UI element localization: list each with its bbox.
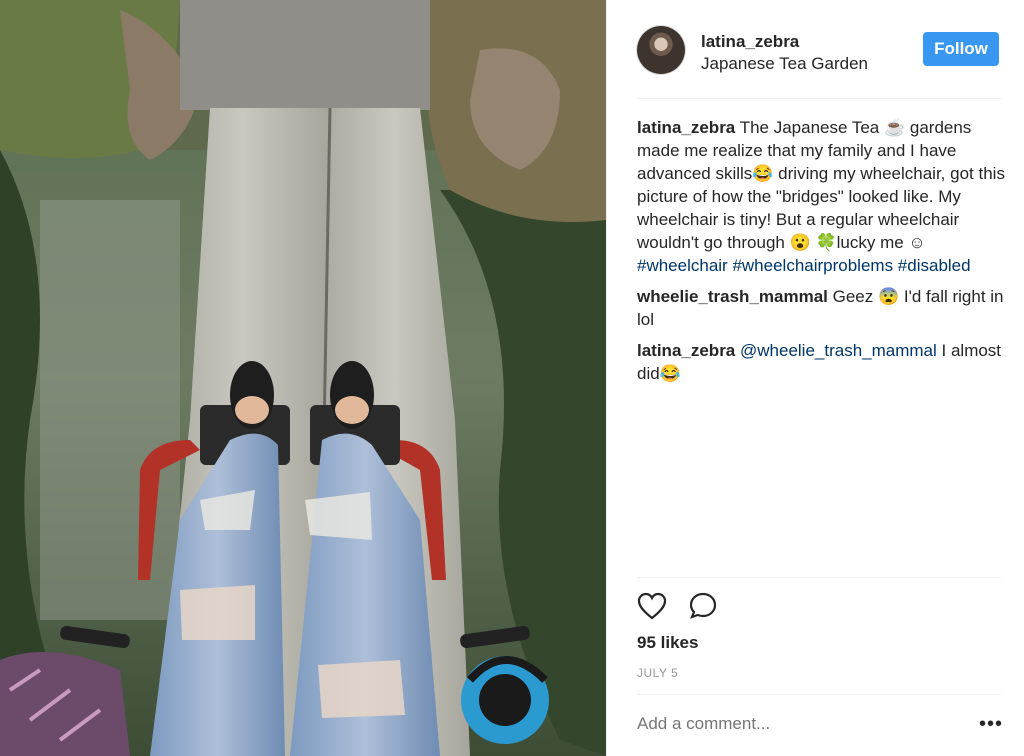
- actions-divider: [637, 577, 1001, 578]
- post-date[interactable]: JULY 5: [637, 666, 678, 680]
- avatar[interactable]: [637, 26, 685, 74]
- hashtag-links[interactable]: #wheelchair #wheelchairproblems #disable…: [637, 256, 971, 275]
- comment-username[interactable]: wheelie_trash_mammal: [637, 287, 828, 306]
- post-details-panel: latina_zebra Japanese Tea Garden Follow …: [606, 0, 1024, 756]
- post-header: latina_zebra Japanese Tea Garden Follow: [637, 24, 1007, 78]
- caption-comment: latina_zebra The Japanese Tea ☕ gardens …: [637, 116, 1009, 277]
- comment-list: latina_zebra The Japanese Tea ☕ gardens …: [637, 116, 1009, 393]
- comment-username[interactable]: latina_zebra: [637, 118, 735, 137]
- add-comment-input[interactable]: [637, 714, 937, 734]
- header-divider: [637, 98, 1001, 99]
- heart-icon[interactable]: [637, 592, 667, 625]
- post-location[interactable]: Japanese Tea Garden: [701, 54, 868, 74]
- comment-item: wheelie_trash_mammal Geez 😨 I'd fall rig…: [637, 285, 1009, 331]
- speech-bubble-icon[interactable]: [689, 592, 719, 625]
- photo-illustration: [0, 0, 606, 756]
- post-photo: [0, 0, 606, 756]
- comment-text: The Japanese Tea ☕ gardens made me reali…: [637, 118, 1005, 252]
- mention-link[interactable]: @wheelie_trash_mammal: [740, 341, 937, 360]
- more-options-icon[interactable]: •••: [979, 714, 1003, 734]
- likes-count[interactable]: 95 likes: [637, 633, 698, 653]
- post-username[interactable]: latina_zebra: [701, 32, 799, 52]
- post-actions: [637, 590, 757, 624]
- follow-button[interactable]: Follow: [923, 32, 999, 66]
- comment-username[interactable]: latina_zebra: [637, 341, 735, 360]
- comment-item: latina_zebra @wheelie_trash_mammal I alm…: [637, 339, 1009, 385]
- comment-divider: [637, 694, 1001, 695]
